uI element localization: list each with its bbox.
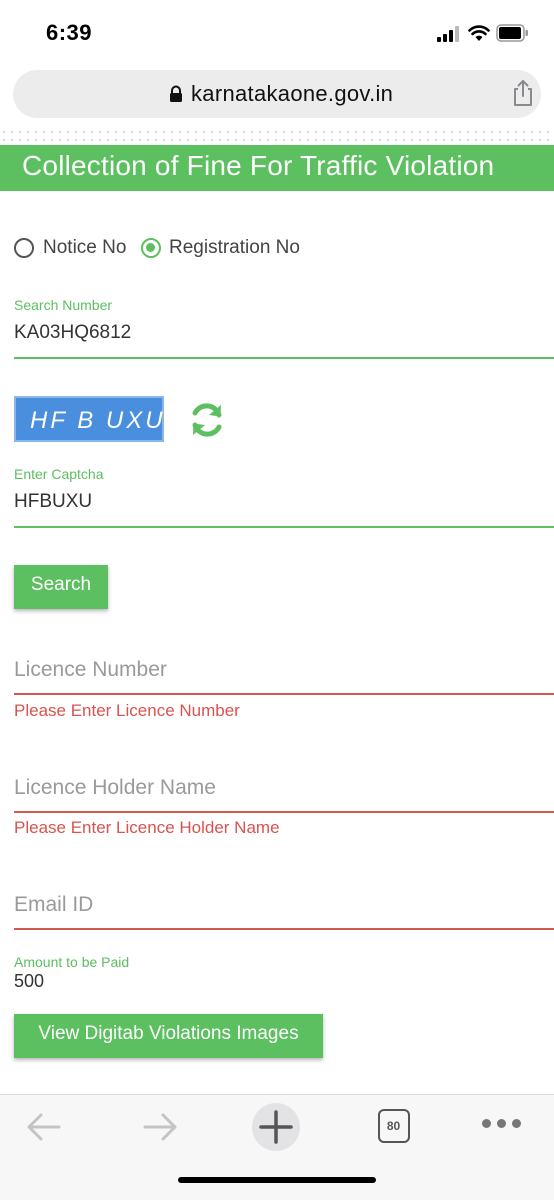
back-arrow-icon[interactable] bbox=[25, 1109, 63, 1145]
radio-registration-no-label[interactable]: Registration No bbox=[169, 237, 300, 259]
page-header: Collection of Fine For Traffic Violation bbox=[0, 145, 554, 191]
lock-icon bbox=[170, 85, 182, 102]
status-bar: 6:39 bbox=[0, 0, 554, 64]
share-icon[interactable] bbox=[510, 78, 536, 108]
url-text: karnatakaone.gov.in bbox=[191, 81, 394, 106]
search-type-radio-group: Notice No Registration No bbox=[14, 236, 344, 262]
search-number-field[interactable]: Search Number KA03HQ6812 bbox=[14, 297, 554, 361]
search-number-input[interactable]: KA03HQ6812 bbox=[14, 322, 131, 344]
captcha-input[interactable]: HFBUXU bbox=[14, 491, 92, 513]
signal-icon bbox=[437, 26, 461, 42]
captcha-image: HF B UXU bbox=[14, 396, 164, 442]
licence-number-underline bbox=[14, 693, 554, 695]
licence-number-field[interactable]: Licence Number Please Enter Licence Numb… bbox=[14, 658, 554, 722]
page-title: Collection of Fine For Traffic Violation bbox=[22, 150, 495, 181]
tab-count: 80 bbox=[386, 1119, 401, 1133]
browser-toolbar: 80 bbox=[0, 1094, 554, 1200]
dotted-divider bbox=[0, 128, 554, 146]
refresh-icon[interactable] bbox=[188, 401, 226, 439]
radio-notice-no-label[interactable]: Notice No bbox=[43, 237, 126, 259]
captcha-image-text: HF B UXU bbox=[30, 407, 166, 434]
licence-holder-error: Please Enter Licence Holder Name bbox=[14, 818, 280, 837]
tabs-button[interactable]: 80 bbox=[378, 1109, 410, 1143]
plus-icon bbox=[259, 1110, 293, 1144]
wifi-icon bbox=[468, 25, 490, 41]
search-button[interactable]: Search bbox=[14, 565, 108, 609]
captcha-label: Enter Captcha bbox=[14, 466, 104, 482]
licence-number-error: Please Enter Licence Number bbox=[14, 701, 240, 720]
amount-label: Amount to be Paid bbox=[14, 954, 130, 970]
licence-holder-input[interactable]: Licence Holder Name bbox=[14, 776, 216, 800]
new-tab-button[interactable] bbox=[252, 1103, 300, 1151]
captcha-underline bbox=[14, 526, 554, 528]
radio-registration-no[interactable] bbox=[141, 238, 161, 258]
amount-field: Amount to be Paid 500 bbox=[14, 954, 554, 998]
forward-arrow-icon[interactable] bbox=[141, 1109, 179, 1145]
radio-notice-no[interactable] bbox=[14, 238, 34, 258]
home-indicator bbox=[178, 1177, 376, 1183]
search-number-underline bbox=[14, 357, 554, 359]
email-field[interactable]: Email ID bbox=[14, 893, 554, 937]
licence-holder-field[interactable]: Licence Holder Name Please Enter Licence… bbox=[14, 776, 554, 840]
captcha-field[interactable]: Enter Captcha HFBUXU bbox=[14, 466, 554, 530]
search-number-label: Search Number bbox=[14, 297, 113, 313]
url-bar[interactable]: karnatakaone.gov.in bbox=[13, 70, 541, 118]
status-time: 6:39 bbox=[46, 20, 93, 45]
email-underline bbox=[14, 928, 554, 930]
battery-icon bbox=[496, 24, 528, 42]
amount-value: 500 bbox=[14, 971, 45, 991]
view-violations-images-button[interactable]: View Digitab Violations Images bbox=[14, 1014, 323, 1058]
more-icon[interactable] bbox=[482, 1117, 522, 1133]
email-input[interactable]: Email ID bbox=[14, 893, 93, 917]
licence-holder-underline bbox=[14, 811, 554, 813]
licence-number-input[interactable]: Licence Number bbox=[14, 658, 167, 682]
